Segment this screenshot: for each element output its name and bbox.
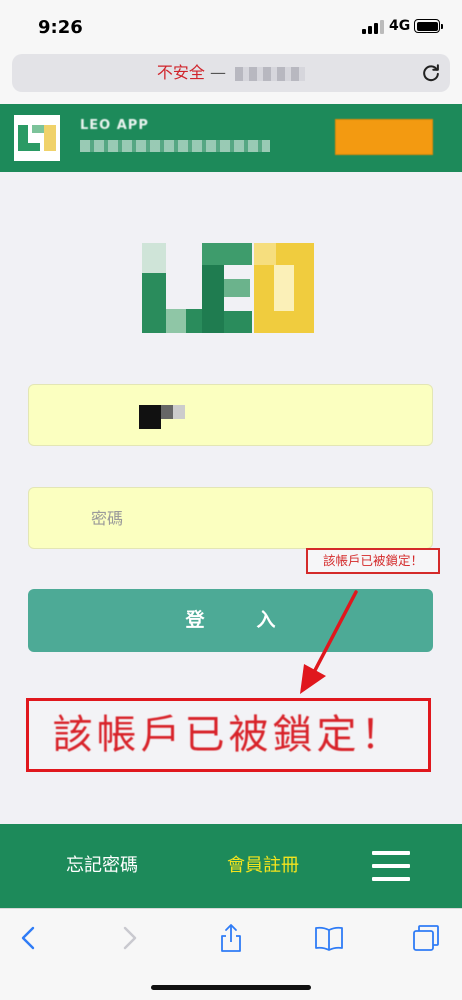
annotation-arrow-icon (300, 590, 358, 694)
cellular-signal-icon (362, 20, 384, 34)
url-host-blurred (235, 66, 306, 81)
username-value-redacted (139, 405, 185, 429)
app-logo-icon (14, 115, 60, 161)
address-text: 不安全 — (12, 54, 450, 92)
status-bar: 9:26 4G (0, 0, 462, 50)
hamburger-menu-icon[interactable] (372, 851, 410, 881)
site-logo (142, 243, 314, 339)
register-link[interactable]: 會員註冊 (227, 824, 299, 908)
tabs-icon[interactable] (411, 923, 441, 953)
battery-icon (414, 19, 443, 33)
bottom-nav: 忘記密碼 會員註冊 (0, 824, 462, 908)
account-locked-callout: 該帳戶已被鎖定！ (26, 698, 431, 772)
username-input[interactable] (28, 384, 433, 446)
share-icon[interactable] (216, 923, 246, 953)
banner-title: LEO APP (80, 118, 149, 133)
account-locked-callout-text: 該帳戶已被鎖定！ (52, 712, 405, 758)
status-time: 9:26 (38, 17, 83, 38)
banner-subtitle-blurred (80, 140, 270, 152)
login-button[interactable]: 登入 (28, 589, 433, 652)
forward-icon[interactable] (114, 923, 144, 953)
url-separator: — (204, 63, 232, 82)
password-placeholder: 密碼 (91, 509, 124, 528)
page: 9:26 4G 不安全 — LEO APP 密碼 該帳戶已被鎖定！ 登入 該帳戶… (0, 0, 462, 1000)
insecure-label: 不安全 (156, 63, 205, 82)
bookmarks-icon[interactable] (314, 923, 344, 953)
account-locked-message: 該帳戶已被鎖定！ (306, 548, 440, 574)
address-bar[interactable]: 不安全 — (12, 54, 450, 92)
password-input[interactable]: 密碼 (28, 487, 433, 549)
back-icon[interactable] (14, 923, 44, 953)
download-now-button[interactable] (335, 119, 433, 155)
network-type: 4G (389, 18, 411, 34)
forgot-password-link[interactable]: 忘記密碼 (66, 824, 138, 908)
home-indicator (151, 985, 311, 990)
reload-icon[interactable] (420, 62, 442, 84)
browser-url-area: 不安全 — (0, 50, 462, 104)
